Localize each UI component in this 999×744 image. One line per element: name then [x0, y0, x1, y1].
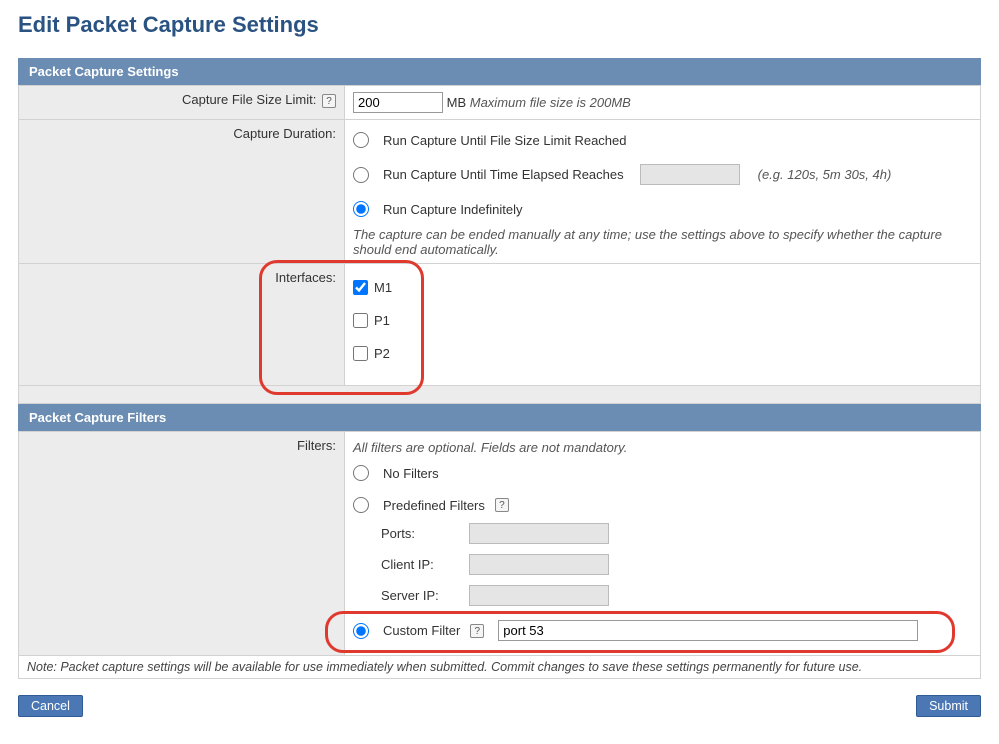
file-size-input[interactable]	[353, 92, 443, 113]
custom-filter-input[interactable]	[498, 620, 918, 641]
filter-radio-predefined[interactable]	[353, 497, 369, 513]
interfaces-label: Interfaces:	[275, 270, 336, 285]
duration-radio-limit[interactable]	[353, 132, 369, 148]
duration-radio-indef[interactable]	[353, 201, 369, 217]
interface-checkbox-p1[interactable]	[353, 313, 368, 328]
file-size-label: Capture File Size Limit:	[182, 92, 316, 107]
filter-opt-none: No Filters	[383, 466, 439, 481]
duration-opt-time: Run Capture Until Time Elapsed Reaches	[383, 167, 624, 182]
client-ip-label: Client IP:	[381, 557, 461, 572]
filter-radio-none[interactable]	[353, 465, 369, 481]
interface-label-p1: P1	[374, 313, 390, 328]
interface-checkbox-p2[interactable]	[353, 346, 368, 361]
file-size-unit: MB	[447, 95, 467, 110]
duration-radio-time[interactable]	[353, 167, 369, 183]
help-icon[interactable]: ?	[495, 498, 509, 512]
duration-label: Capture Duration:	[233, 126, 336, 141]
filter-opt-custom: Custom Filter	[383, 623, 460, 638]
interface-label-m1: M1	[374, 280, 392, 295]
section-header-settings: Packet Capture Settings	[18, 58, 981, 85]
duration-note: The capture can be ended manually at any…	[353, 227, 972, 257]
submit-button[interactable]: Submit	[916, 695, 981, 717]
ports-label: Ports:	[381, 526, 461, 541]
section-header-filters: Packet Capture Filters	[18, 404, 981, 431]
interface-label-p2: P2	[374, 346, 390, 361]
duration-time-hint: (e.g. 120s, 5m 30s, 4h)	[758, 167, 892, 182]
footer-note: Note: Packet capture settings will be av…	[18, 656, 981, 679]
duration-time-input[interactable]	[640, 164, 740, 185]
cancel-button[interactable]: Cancel	[18, 695, 83, 717]
duration-opt-limit: Run Capture Until File Size Limit Reache…	[383, 133, 627, 148]
interface-checkbox-m1[interactable]	[353, 280, 368, 295]
filter-opt-predefined: Predefined Filters	[383, 498, 485, 513]
ports-input[interactable]	[469, 523, 609, 544]
filter-radio-custom[interactable]	[353, 623, 369, 639]
server-ip-label: Server IP:	[381, 588, 461, 603]
client-ip-input[interactable]	[469, 554, 609, 575]
filters-intro: All filters are optional. Fields are not…	[353, 440, 972, 455]
page-title: Edit Packet Capture Settings	[18, 12, 981, 38]
server-ip-input[interactable]	[469, 585, 609, 606]
help-icon[interactable]: ?	[470, 624, 484, 638]
file-size-hint: Maximum file size is 200MB	[470, 95, 631, 110]
filters-label: Filters:	[297, 438, 336, 453]
help-icon[interactable]: ?	[322, 94, 336, 108]
duration-opt-indef: Run Capture Indefinitely	[383, 202, 522, 217]
